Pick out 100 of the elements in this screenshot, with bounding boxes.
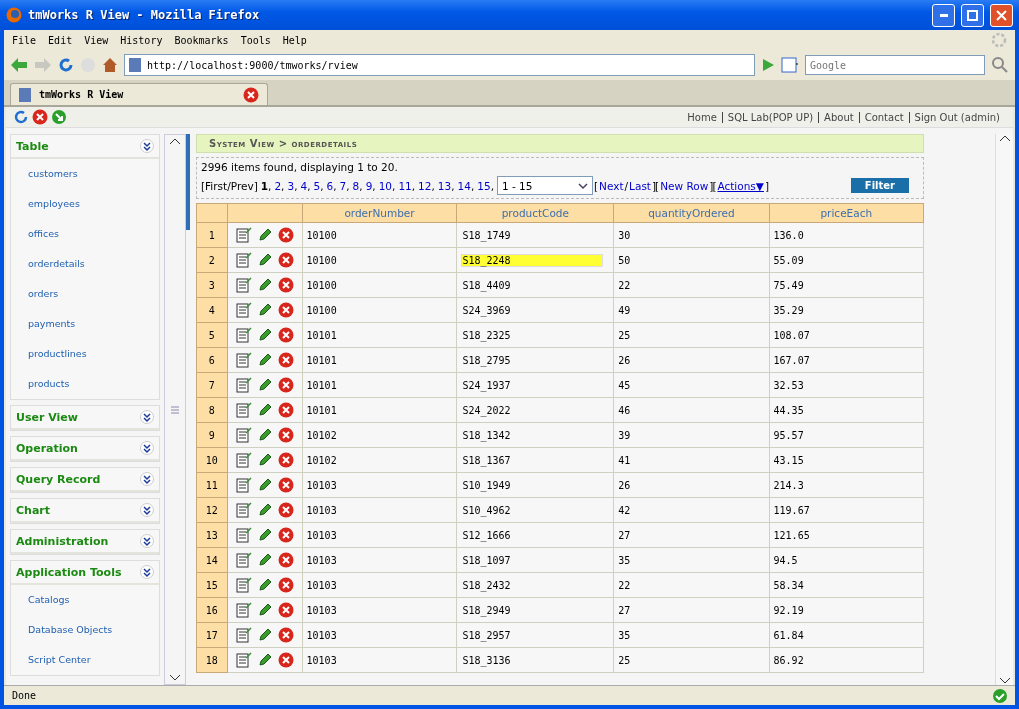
- sidebar-item[interactable]: customers: [11, 159, 159, 189]
- sidebar-item[interactable]: productlines: [11, 339, 159, 369]
- sidebar-item[interactable]: Script Center: [11, 645, 159, 675]
- delete-icon[interactable]: [277, 502, 294, 518]
- pencil-icon[interactable]: [257, 628, 272, 642]
- delete-icon[interactable]: [277, 602, 294, 618]
- nav-link[interactable]: Contact: [858, 111, 909, 123]
- delete-icon[interactable]: [277, 277, 294, 293]
- scroll-up-icon[interactable]: [169, 137, 181, 145]
- document-icon[interactable]: [235, 477, 252, 493]
- sidebar-item[interactable]: payments: [11, 309, 159, 339]
- delete-icon[interactable]: [277, 377, 294, 393]
- close-tab-icon[interactable]: [243, 86, 259, 103]
- document-icon[interactable]: [235, 452, 252, 468]
- double-chevron-icon[interactable]: [140, 534, 154, 548]
- column-header[interactable]: orderNumber: [302, 203, 457, 223]
- delete-icon[interactable]: [277, 252, 294, 268]
- search-field[interactable]: Google: [805, 55, 985, 75]
- collapse-handle[interactable]: [186, 134, 190, 230]
- section-header[interactable]: Table: [11, 135, 159, 159]
- page-link[interactable]: 14: [457, 179, 471, 192]
- delete-icon[interactable]: [277, 452, 294, 468]
- sidebar-item[interactable]: orders: [11, 279, 159, 309]
- menu-item[interactable]: History: [120, 34, 163, 46]
- double-chevron-icon[interactable]: [140, 139, 154, 153]
- section-header[interactable]: Operation: [11, 437, 159, 461]
- double-chevron-icon[interactable]: [140, 472, 154, 486]
- reload-icon[interactable]: [58, 57, 74, 73]
- pencil-icon[interactable]: [257, 253, 272, 267]
- document-icon[interactable]: [235, 502, 252, 518]
- page-link[interactable]: 2: [274, 179, 282, 192]
- section-header[interactable]: Application Tools: [11, 561, 159, 585]
- delete-icon[interactable]: [277, 527, 294, 543]
- scroll-up-icon[interactable]: [998, 134, 1011, 142]
- delete-icon[interactable]: [277, 327, 294, 343]
- document-icon[interactable]: [235, 577, 252, 593]
- pencil-icon[interactable]: [257, 478, 272, 492]
- double-chevron-icon[interactable]: [140, 441, 154, 455]
- pencil-icon[interactable]: [257, 303, 272, 317]
- delete-icon[interactable]: [277, 652, 294, 668]
- menu-item[interactable]: Tools: [240, 34, 271, 46]
- page-range-select[interactable]: 1 - 15: [496, 176, 593, 195]
- pencil-icon[interactable]: [257, 653, 272, 667]
- pencil-icon[interactable]: [257, 353, 272, 367]
- document-icon[interactable]: [235, 402, 252, 418]
- document-icon[interactable]: [235, 627, 252, 643]
- double-chevron-icon[interactable]: [140, 503, 154, 517]
- document-icon[interactable]: [235, 527, 252, 543]
- action-link[interactable]: New Row: [660, 179, 709, 192]
- delete-icon[interactable]: [277, 352, 294, 368]
- scrollbar[interactable]: [995, 134, 1013, 685]
- menu-item[interactable]: Edit: [48, 34, 73, 46]
- minimize-button[interactable]: [932, 3, 955, 27]
- browser-tab[interactable]: tmWorks R View: [10, 83, 268, 105]
- document-icon[interactable]: [235, 252, 252, 268]
- menu-item[interactable]: Help: [282, 34, 307, 46]
- document-icon[interactable]: [235, 552, 252, 568]
- column-header[interactable]: productCode: [456, 203, 614, 223]
- page-link[interactable]: 11: [398, 179, 412, 192]
- menu-item[interactable]: Bookmarks: [174, 34, 229, 46]
- column-header[interactable]: quantityOrdered: [613, 203, 770, 223]
- delete-icon[interactable]: [277, 302, 294, 318]
- pencil-icon[interactable]: [257, 228, 272, 242]
- document-icon[interactable]: [235, 602, 252, 618]
- close-button[interactable]: [990, 3, 1013, 27]
- delete-icon[interactable]: [277, 577, 294, 593]
- arrow-icon[interactable]: [52, 110, 66, 124]
- pencil-icon[interactable]: [257, 578, 272, 592]
- nav-link[interactable]: Home: [682, 111, 722, 123]
- scroll-down-icon[interactable]: [169, 674, 181, 682]
- document-icon[interactable]: [235, 327, 252, 343]
- action-link[interactable]: Next: [599, 179, 624, 192]
- page-link[interactable]: 7: [339, 179, 347, 192]
- pencil-icon[interactable]: [257, 328, 272, 342]
- pencil-icon[interactable]: [257, 428, 272, 442]
- delete-icon[interactable]: [277, 227, 294, 243]
- grip-icon[interactable]: [171, 405, 179, 414]
- sidebar-item[interactable]: employees: [11, 189, 159, 219]
- document-icon[interactable]: [235, 427, 252, 443]
- pencil-icon[interactable]: [257, 378, 272, 392]
- nav-link[interactable]: About: [818, 111, 859, 123]
- home-icon[interactable]: [102, 57, 118, 73]
- pencil-icon[interactable]: [257, 453, 272, 467]
- filter-button[interactable]: Filter: [850, 178, 909, 193]
- pencil-icon[interactable]: [257, 603, 272, 617]
- delete-icon[interactable]: [277, 552, 294, 568]
- section-header[interactable]: Administration: [11, 530, 159, 554]
- page-link[interactable]: 15: [477, 179, 491, 192]
- double-chevron-icon[interactable]: [140, 410, 154, 424]
- nav-link[interactable]: Sign Out (admin): [908, 111, 1005, 123]
- pencil-icon[interactable]: [257, 553, 272, 567]
- sidebar-item[interactable]: offices: [11, 219, 159, 249]
- delete-icon[interactable]: [277, 627, 294, 643]
- delete-icon[interactable]: [277, 427, 294, 443]
- document-icon[interactable]: [235, 377, 252, 393]
- page-link[interactable]: 10: [378, 179, 393, 192]
- section-header[interactable]: Query Record: [11, 468, 159, 492]
- document-icon[interactable]: [235, 277, 252, 293]
- document-icon[interactable]: [235, 652, 252, 668]
- document-icon[interactable]: [235, 227, 252, 243]
